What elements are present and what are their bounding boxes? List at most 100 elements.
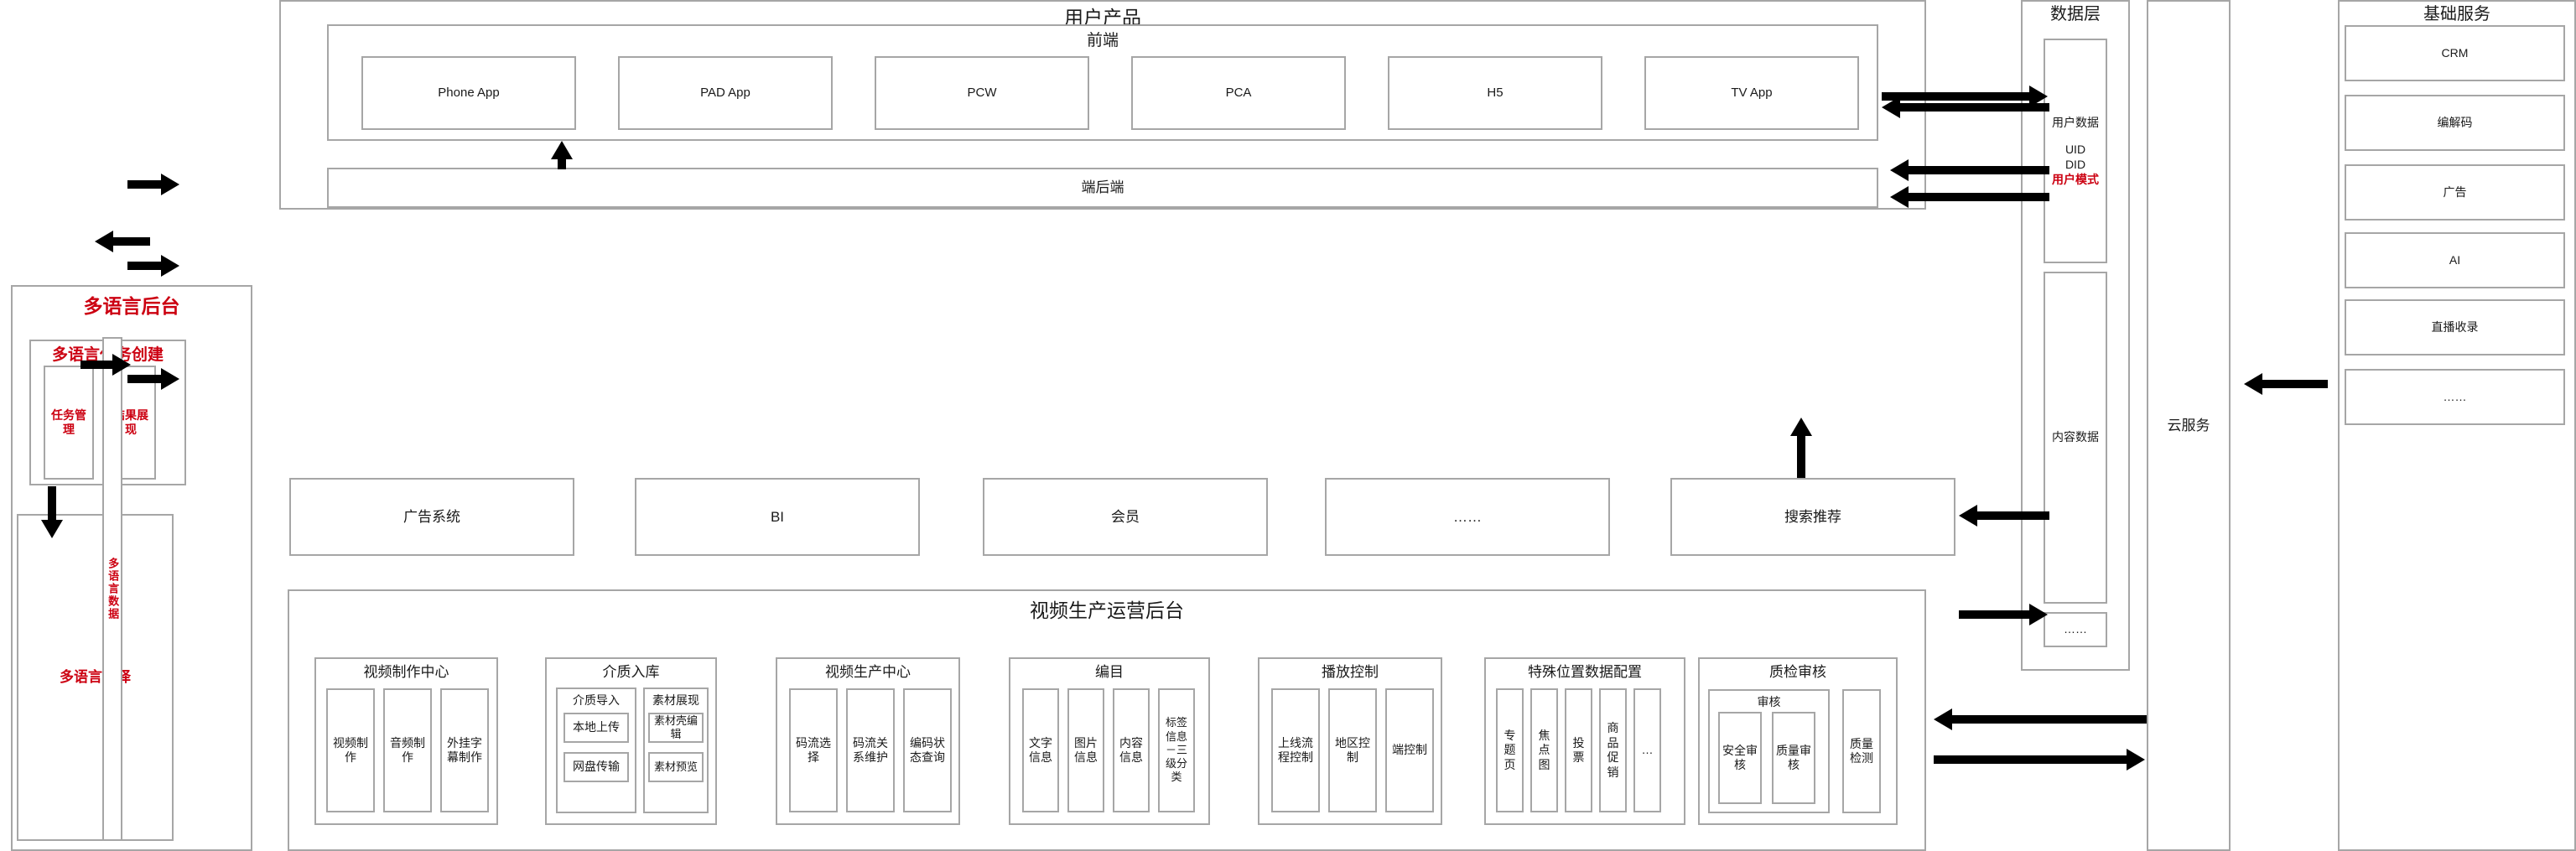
business-box-search-rec[interactable]: 搜索推荐 [1670,478,1955,556]
item-material-preview[interactable]: 素材预览 [648,752,704,782]
item-bitstream-relation-maintain[interactable]: 码流关系维护 [846,688,895,812]
item-tag-info-three-level[interactable]: 标签信息－三级分类 [1158,688,1195,812]
basic-service-item-ad[interactable]: 广告 [2345,164,2565,221]
frontend-title: 前端 [1086,32,1119,49]
app-label-tv: TV App [1731,85,1773,100]
item-label-vote: 投票 [1572,735,1585,765]
item-local-upload[interactable]: 本地上传 [564,713,629,743]
item-external-subtitle-production[interactable]: 外挂字幕制作 [440,688,489,812]
multilang-translate-box[interactable]: 多语言翻译 [17,514,174,841]
item-label-security-review: 安全审核 [1722,743,1758,772]
business-label-more: …… [1453,508,1482,525]
data-layer-user-data-label: 用户数据 [2052,115,2099,129]
business-box-ad[interactable]: 广告系统 [289,478,574,556]
data-layer-user-data-box[interactable]: 用户数据 UID DID 用户模式 [2044,39,2107,263]
item-online-flow-control[interactable]: 上线流程控制 [1271,688,1320,812]
group-title-video-prod-center: 视频生产中心 [825,664,911,680]
app-box-pca[interactable]: PCA [1131,56,1346,130]
item-netdisk-transfer[interactable]: 网盘传输 [564,752,629,782]
item-material-shell-edit[interactable]: 素材壳编辑 [648,713,704,743]
video-ops-title: 视频生产运营后台 [1030,599,1184,621]
basic-service-label-ad: 广告 [2443,184,2467,199]
business-label-ad: 广告系统 [403,508,460,525]
multilang-translate-label: 多语言翻译 [60,669,131,686]
item-label-product-promotion: 商品促销 [1607,721,1619,779]
item-label-material-preview: 素材预览 [653,760,698,773]
business-label-search-rec: 搜索推荐 [1784,508,1841,525]
multilang-backstage-title: 多语言后台 [83,295,180,317]
basic-service-item-crm[interactable]: CRM [2345,25,2565,81]
item-label-local-upload: 本地上传 [573,720,620,734]
app-label-phone: Phone App [438,85,500,100]
subgroup-title-material-display: 素材展现 [652,693,699,707]
item-encode-status-query[interactable]: 编码状态查询 [903,688,952,812]
item-quality-review[interactable]: 质量审核 [1772,712,1815,804]
business-box-bi[interactable]: BI [635,478,920,556]
subgroup-material-display: 素材展现 [643,688,709,813]
basic-service-label-crm: CRM [2441,45,2469,60]
data-layer-content-data-box[interactable]: 内容数据 [2044,272,2107,604]
item-label-audio-production: 音频制作 [390,735,425,765]
basic-service-item-ai[interactable]: AI [2345,232,2565,288]
app-box-phone[interactable]: Phone App [361,56,576,130]
group-title-video-production-center: 视频制作中心 [363,664,449,680]
multilang-task-manage-box[interactable]: 任务管理 [44,366,94,480]
business-label-member: 会员 [1111,508,1140,525]
item-focus-image[interactable]: 焦点图 [1530,688,1558,812]
item-content-info[interactable]: 内容信息 [1113,688,1150,812]
data-layer-content-data-label: 内容数据 [2052,430,2099,444]
basic-service-item-live-record[interactable]: 直播收录 [2345,299,2565,355]
data-layer-did: DID [2064,158,2086,171]
item-label-device-control: 端控制 [1392,743,1427,757]
basic-service-item-more[interactable]: …… [2345,369,2565,425]
item-label-content-info: 内容信息 [1119,735,1143,765]
multilang-data-label: 多语言数据 [104,339,121,839]
cloud-service-title: 云服务 [2167,417,2210,433]
item-label-netdisk-transfer: 网盘传输 [573,760,620,774]
data-layer-user-data-content: 用户数据 UID DID 用户模式 [2045,40,2106,262]
app-label-pad: PAD App [700,85,750,100]
item-label-quality-detection: 质量检测 [1850,736,1873,765]
group-title-media-ingest: 介质入库 [602,664,660,680]
business-box-more[interactable]: …… [1325,478,1610,556]
item-label-external-subtitle-production: 外挂字幕制作 [447,735,482,765]
group-title-playback-control: 播放控制 [1322,664,1379,680]
app-box-pcw[interactable]: PCW [875,56,1089,130]
basic-service-label-codec: 编解码 [2437,115,2473,129]
item-special-more[interactable]: … [1633,688,1661,812]
item-label-encode-status-query: 编码状态查询 [910,735,945,765]
item-label-image-info: 图片信息 [1074,735,1098,765]
subgroup-title-review: 审核 [1757,695,1781,708]
item-text-info[interactable]: 文字信息 [1022,688,1059,812]
item-label-region-control: 地区控制 [1335,735,1370,765]
group-title-special-position-config: 特殊位置数据配置 [1528,664,1642,680]
item-video-production[interactable]: 视频制作 [326,688,375,812]
app-box-h5[interactable]: H5 [1388,56,1602,130]
item-quality-detection[interactable]: 质量检测 [1842,689,1881,813]
cloud-service-panel: 云服务 [2147,0,2231,851]
basic-service-item-codec[interactable]: 编解码 [2345,95,2565,151]
data-layer-more-label: …… [2064,622,2087,636]
item-product-promotion[interactable]: 商品促销 [1599,688,1627,812]
item-device-control[interactable]: 端控制 [1385,688,1434,812]
item-audio-production[interactable]: 音频制作 [383,688,432,812]
basic-service-label-live-record: 直播收录 [2431,319,2479,334]
item-image-info[interactable]: 图片信息 [1067,688,1104,812]
app-box-tv[interactable]: TV App [1644,56,1859,130]
subgroup-title-media-import: 介质导入 [573,693,620,707]
business-box-member[interactable]: 会员 [983,478,1268,556]
device-backend-label: 端后端 [1081,179,1124,196]
business-row-panel [279,232,1926,295]
group-title-quality-inspection: 质检审核 [1769,664,1826,680]
item-label-topic-page: 专题页 [1504,728,1516,771]
item-vote[interactable]: 投票 [1565,688,1592,812]
item-region-control[interactable]: 地区控制 [1328,688,1377,812]
item-bitstream-select[interactable]: 码流选择 [789,688,838,812]
device-backend-box[interactable]: 端后端 [327,168,1878,208]
data-layer-more-box[interactable]: …… [2044,612,2107,647]
item-topic-page[interactable]: 专题页 [1496,688,1524,812]
item-security-review[interactable]: 安全审核 [1718,712,1762,804]
business-label-bi: BI [770,508,785,525]
item-label-focus-image: 焦点图 [1538,728,1550,771]
app-box-pad[interactable]: PAD App [618,56,833,130]
